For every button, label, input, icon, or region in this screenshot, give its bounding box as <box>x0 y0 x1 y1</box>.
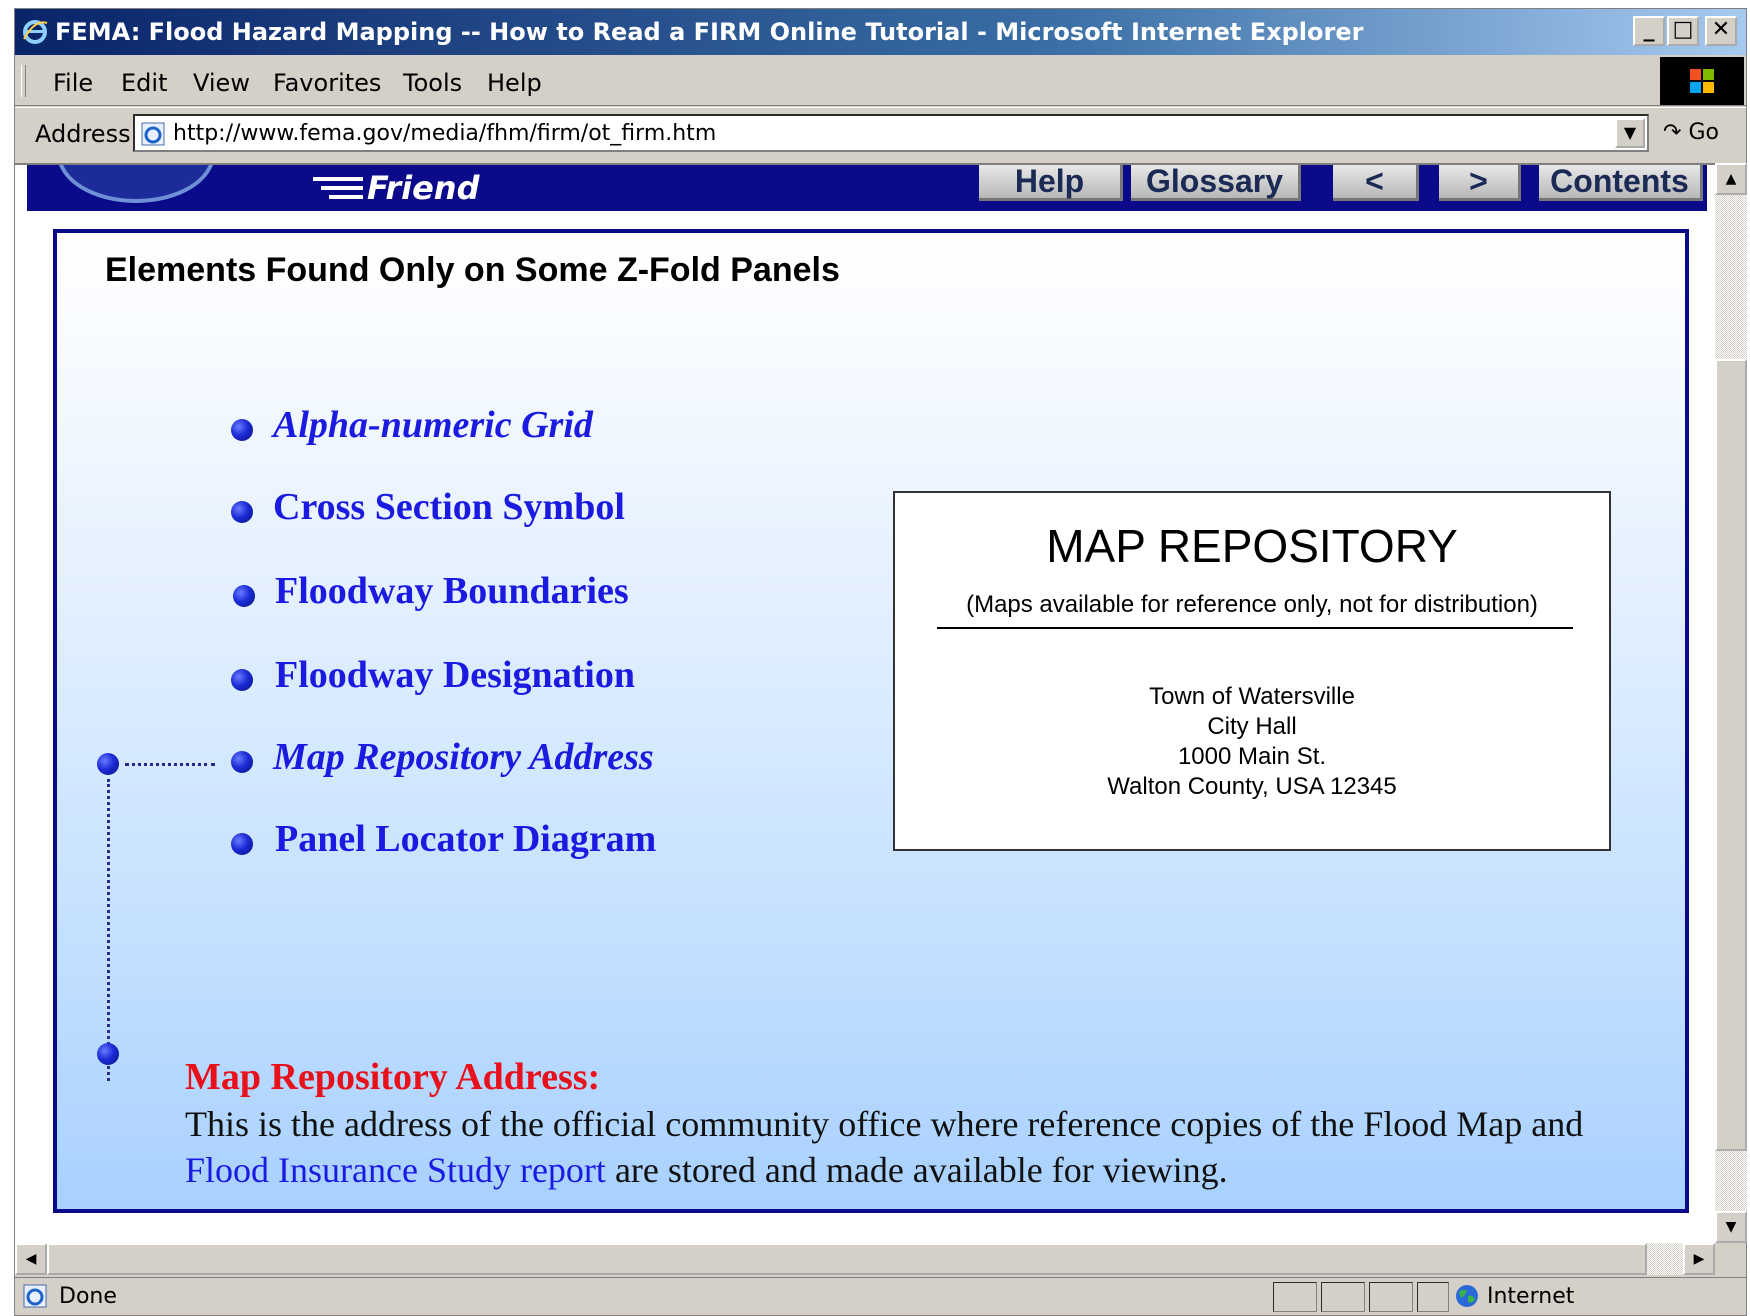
internet-globe-icon <box>1456 1285 1478 1307</box>
scroll-down-button[interactable]: ▼ <box>1715 1211 1747 1243</box>
brand-text: Friend <box>367 169 480 207</box>
link-floodway-designation[interactable]: Floodway Designation <box>275 653 635 697</box>
page-icon <box>141 122 165 146</box>
description-bullet-icon <box>97 1043 119 1065</box>
glossary-nav-button[interactable]: Glossary <box>1131 165 1301 201</box>
status-pane <box>1369 1282 1413 1312</box>
repository-subtitle: (Maps available for reference only, not … <box>966 591 1538 618</box>
page-status-icon <box>23 1284 47 1308</box>
title-bar: FEMA: Flood Hazard Mapping -- How to Rea… <box>15 9 1746 55</box>
go-button[interactable]: ↷ Go <box>1663 120 1719 145</box>
ie-app-icon <box>23 20 48 44</box>
description-part1: This is the address of the official comm… <box>185 1104 1584 1144</box>
link-floodway-boundaries[interactable]: Floodway Boundaries <box>275 569 629 613</box>
description-part2: are stored and made available for viewin… <box>605 1150 1228 1190</box>
next-nav-button[interactable]: > <box>1439 165 1521 201</box>
description-title: Map Repository Address: <box>185 1056 601 1098</box>
link-alpha-numeric-grid[interactable]: Alpha-numeric Grid <box>273 403 593 447</box>
repository-address-line: Walton County, USA 12345 <box>1107 773 1397 800</box>
flood-insurance-study-link[interactable]: Flood Insurance Study report <box>185 1150 606 1190</box>
link-cross-section-symbol[interactable]: Cross Section Symbol <box>273 485 625 529</box>
bullet-icon <box>231 501 253 523</box>
scroll-right-button[interactable]: ▶ <box>1683 1243 1715 1275</box>
contents-nav-button[interactable]: Contents <box>1539 165 1703 201</box>
vertical-scrollbar[interactable]: ▲ ▼ <box>1715 163 1747 1243</box>
back-nav-button[interactable]: < <box>1333 165 1419 201</box>
bullet-icon <box>231 833 253 855</box>
connector-horizontal <box>125 763 215 766</box>
browser-window: FEMA: Flood Hazard Mapping -- How to Rea… <box>14 8 1747 1316</box>
window-title: FEMA: Flood Hazard Mapping -- How to Rea… <box>55 18 1364 46</box>
divider <box>937 627 1573 629</box>
link-panel-locator-diagram[interactable]: Panel Locator Diagram <box>275 817 656 861</box>
address-url: http://www.fema.gov/media/fhm/firm/ot_fi… <box>173 121 717 146</box>
scroll-up-button[interactable]: ▲ <box>1715 163 1747 195</box>
repository-address-line: City Hall <box>1207 713 1297 740</box>
security-zone: Internet <box>1487 1284 1575 1309</box>
description-text: This is the address of the official comm… <box>185 1101 1625 1193</box>
menu-bar: File Edit View Favorites Tools Help <box>15 57 1746 106</box>
menu-view[interactable]: View <box>193 69 250 97</box>
speed-lines-icon <box>313 177 363 199</box>
menu-tools[interactable]: Tools <box>403 69 462 97</box>
status-bar: Done Internet <box>15 1277 1746 1316</box>
status-pane <box>1417 1282 1449 1312</box>
menu-help[interactable]: Help <box>487 69 542 97</box>
menu-file[interactable]: File <box>53 69 93 97</box>
bullet-icon <box>233 585 255 607</box>
repository-address-line: 1000 Main St. <box>1177 743 1327 770</box>
windows-logo-icon <box>1660 57 1744 105</box>
close-button[interactable]: ✕ <box>1705 16 1737 46</box>
fema-seal-icon <box>57 165 215 203</box>
content-panel: Elements Found Only on Some Z-Fold Panel… <box>53 229 1689 1213</box>
vertical-scroll-thumb[interactable] <box>1715 359 1747 1151</box>
maximize-button[interactable]: □ <box>1667 16 1699 46</box>
repository-address-line: Town of Watersville <box>1149 683 1355 710</box>
page-heading: Elements Found Only on Some Z-Fold Panel… <box>105 251 840 289</box>
address-dropdown-button[interactable]: ▼ <box>1615 118 1645 148</box>
map-repository-card: MAP REPOSITORY (Maps available for refer… <box>893 491 1611 851</box>
minimize-button[interactable]: _ <box>1633 16 1665 46</box>
help-nav-button[interactable]: Help <box>979 165 1123 201</box>
link-map-repository-address[interactable]: Map Repository Address <box>273 735 654 779</box>
status-pane <box>1273 1282 1317 1312</box>
horizontal-scrollbar[interactable]: ◀ ▶ <box>15 1243 1715 1275</box>
go-label: Go <box>1688 120 1719 145</box>
address-input[interactable]: http://www.fema.gov/media/fhm/firm/ot_fi… <box>133 114 1649 152</box>
status-text: Done <box>59 1284 117 1309</box>
scroll-left-button[interactable]: ◀ <box>15 1243 47 1275</box>
bullet-icon <box>231 419 253 441</box>
status-pane <box>1321 1282 1365 1312</box>
menu-favorites[interactable]: Favorites <box>273 69 381 97</box>
bullet-icon <box>231 751 253 773</box>
repository-title: MAP REPOSITORY <box>1046 520 1458 572</box>
bullet-icon <box>231 669 253 691</box>
connector-vertical <box>107 779 110 1081</box>
menu-edit[interactable]: Edit <box>121 69 167 97</box>
toolbar-grip[interactable] <box>21 65 26 97</box>
site-banner: Friend Help Glossary < > Contents <box>27 165 1707 211</box>
go-arrow-icon: ↷ <box>1663 120 1682 145</box>
address-label: Address <box>35 120 131 148</box>
horizontal-scroll-thumb[interactable] <box>47 1243 1647 1275</box>
page-viewport: Friend Help Glossary < > Contents Elemen… <box>15 163 1715 1245</box>
address-bar: Address http://www.fema.gov/media/fhm/fi… <box>15 107 1746 158</box>
pointer-bullet-icon <box>97 753 119 775</box>
